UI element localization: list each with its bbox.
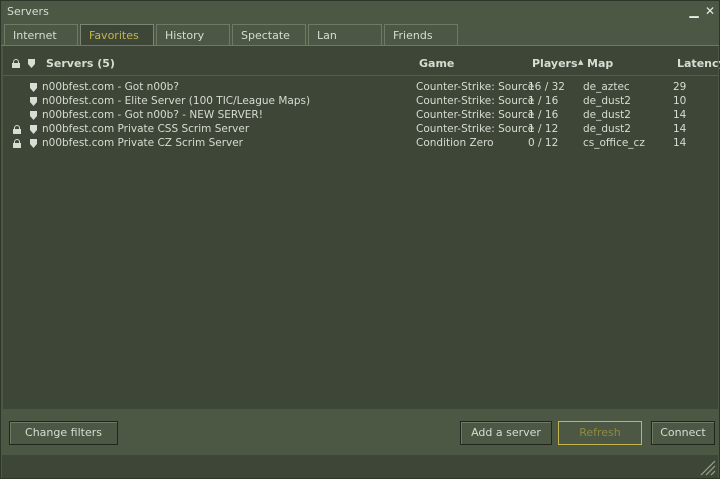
tab-spectate[interactable]: Spectate: [232, 24, 306, 46]
shield-icon: [30, 110, 39, 120]
refresh-button[interactable]: Refresh: [558, 421, 642, 445]
status-bar: [2, 455, 718, 478]
tab-history[interactable]: History: [156, 24, 230, 46]
resize-grip-icon[interactable]: [698, 458, 716, 476]
server-latency: 14: [673, 137, 687, 149]
server-name: n00bfest.com Private CZ Scrim Server: [42, 137, 244, 149]
minimize-icon[interactable]: ▁: [687, 4, 701, 18]
shield-icon: [28, 59, 35, 68]
server-players: 1 / 16: [528, 95, 559, 107]
tab-friends[interactable]: Friends: [384, 24, 458, 46]
server-map: de_dust2: [583, 123, 631, 135]
table-row[interactable]: n00bfest.com - Got n00b? Counter-Strike:…: [3, 80, 718, 94]
server-latency: 14: [673, 123, 687, 135]
server-players: 0 / 12: [528, 137, 559, 149]
server-name: n00bfest.com - Got n00b? - NEW SERVER!: [42, 109, 263, 121]
table-row[interactable]: n00bfest.com Private CZ Scrim Server Con…: [3, 136, 718, 150]
server-map: de_dust2: [583, 109, 631, 121]
action-bar: Change filters Add a server Refresh Conn…: [1, 409, 719, 455]
server-name: n00bfest.com Private CSS Scrim Server: [42, 123, 250, 135]
server-players: 1 / 12: [528, 123, 559, 135]
connect-button[interactable]: Connect: [651, 421, 715, 445]
header-players[interactable]: Players: [532, 57, 578, 70]
server-game: Counter-Strike: Source: [416, 109, 535, 121]
tab-label: Favorites: [89, 29, 139, 42]
server-name: n00bfest.com - Elite Server (100 TIC/Lea…: [42, 95, 311, 107]
tab-internet[interactable]: Internet: [4, 24, 78, 46]
tab-label: History: [165, 29, 205, 42]
bots-column-icon[interactable]: [28, 58, 38, 68]
server-map: cs_office_cz: [583, 137, 645, 149]
shield-icon: [30, 82, 39, 92]
title-bar[interactable]: Servers ▁ ✕: [1, 1, 719, 22]
list-header: Servers (5) Game Players ▲ Map Latency: [3, 46, 720, 76]
tab-bar: Internet Favorites History Spectate Lan …: [4, 24, 718, 47]
tab-lan[interactable]: Lan: [308, 24, 382, 46]
shield-icon: [30, 96, 39, 106]
add-server-button[interactable]: Add a server: [460, 421, 552, 445]
change-filters-button[interactable]: Change filters: [9, 421, 118, 445]
shield-icon: [30, 138, 39, 148]
server-game: Counter-Strike: Source: [416, 81, 535, 93]
server-players: 16 / 32: [528, 81, 565, 93]
server-latency: 14: [673, 109, 687, 121]
server-game: Counter-Strike: Source: [416, 123, 535, 135]
server-game: Counter-Strike: Source: [416, 95, 535, 107]
lock-icon: [13, 138, 22, 148]
tab-label: Friends: [393, 29, 433, 42]
server-latency: 10: [673, 95, 687, 107]
table-row[interactable]: n00bfest.com - Elite Server (100 TIC/Lea…: [3, 94, 718, 108]
server-map: de_dust2: [583, 95, 631, 107]
tab-label: Internet: [13, 29, 57, 42]
header-servers[interactable]: Servers (5): [46, 57, 115, 70]
close-icon[interactable]: ✕: [703, 4, 717, 18]
server-list-panel: Servers (5) Game Players ▲ Map Latency n…: [3, 46, 720, 409]
server-rows: n00bfest.com - Got n00b? Counter-Strike:…: [3, 80, 718, 150]
lock-icon: [13, 124, 22, 134]
password-column-icon[interactable]: [12, 58, 22, 68]
server-players: 1 / 16: [528, 109, 559, 121]
tab-favorites[interactable]: Favorites: [80, 24, 154, 47]
servers-window: Servers ▁ ✕ Internet Favorites History S…: [0, 0, 720, 479]
header-map[interactable]: Map: [587, 57, 613, 70]
window-title: Servers: [7, 5, 49, 18]
tab-label: Lan: [317, 29, 337, 42]
header-game[interactable]: Game: [419, 57, 454, 70]
tab-label: Spectate: [241, 29, 290, 42]
server-name: n00bfest.com - Got n00b?: [42, 81, 179, 93]
server-map: de_aztec: [583, 81, 630, 93]
server-game: Condition Zero: [416, 137, 494, 149]
sort-ascending-icon: ▲: [578, 58, 584, 66]
header-latency[interactable]: Latency: [677, 57, 720, 70]
shield-icon: [30, 124, 39, 134]
lock-icon: [12, 59, 20, 68]
table-row[interactable]: n00bfest.com - Got n00b? - NEW SERVER! C…: [3, 108, 718, 122]
server-latency: 29: [673, 81, 687, 93]
table-row[interactable]: n00bfest.com Private CSS Scrim Server Co…: [3, 122, 718, 136]
